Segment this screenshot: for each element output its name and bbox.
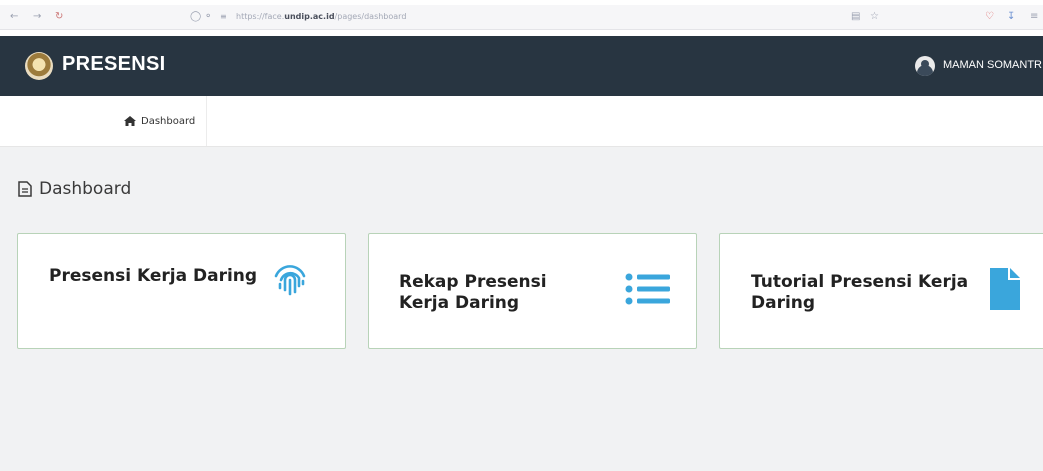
- fingerprint-icon: [272, 260, 308, 300]
- card-title: Rekap Presensi Kerja Daring: [399, 272, 547, 313]
- main-content: Dashboard Presensi Kerja Daring Rekap Pr…: [0, 147, 1043, 471]
- page-title: Dashboard: [18, 179, 131, 199]
- logo[interactable]: [25, 52, 53, 80]
- permissions-icon[interactable]: ≡: [220, 9, 227, 25]
- nav-item-label: Dashboard: [141, 115, 196, 127]
- file-icon: [990, 268, 1020, 314]
- nav-item-dashboard[interactable]: Dashboard: [112, 96, 208, 146]
- shield-icon[interactable]: ◯: [190, 9, 201, 25]
- list-icon: [624, 271, 670, 311]
- card-rekap-presensi-kerja-daring[interactable]: Rekap Presensi Kerja Daring: [368, 233, 697, 349]
- browser-toolbar: ← → ↻ ◯ ⚬ ≡ https://face.undip.ac.id/pag…: [0, 5, 1043, 30]
- pocket-icon[interactable]: ♡: [985, 9, 994, 25]
- user-name[interactable]: MAMAN SOMANTRI: [943, 59, 1043, 71]
- home-icon: [124, 116, 136, 126]
- lock-icon[interactable]: ⚬: [204, 9, 212, 25]
- menu-icon[interactable]: ≡: [1030, 9, 1038, 25]
- forward-icon[interactable]: →: [33, 9, 41, 25]
- nav-bar: Dashboard: [0, 96, 1043, 147]
- card-title: Presensi Kerja Daring: [49, 266, 258, 286]
- reload-icon[interactable]: ↻: [55, 9, 63, 25]
- reader-view-icon[interactable]: ▤: [851, 9, 860, 25]
- bookmark-star-icon[interactable]: ☆: [870, 9, 879, 25]
- download-icon[interactable]: ↧: [1007, 9, 1015, 25]
- card-title: Tutorial Presensi Kerja Daring: [751, 272, 969, 313]
- app-title[interactable]: PRESENSI: [62, 53, 166, 76]
- app-header: PRESENSI MAMAN SOMANTRI: [0, 36, 1043, 96]
- avatar[interactable]: [915, 56, 935, 76]
- document-icon: [18, 181, 32, 197]
- page-title-label: Dashboard: [39, 179, 132, 199]
- card-presensi-kerja-daring[interactable]: Presensi Kerja Daring: [17, 233, 346, 349]
- url-bar[interactable]: https://face.undip.ac.id/pages/dashboard: [236, 9, 406, 25]
- back-icon[interactable]: ←: [10, 9, 18, 25]
- card-tutorial-presensi-kerja-daring[interactable]: Tutorial Presensi Kerja Daring: [719, 233, 1043, 349]
